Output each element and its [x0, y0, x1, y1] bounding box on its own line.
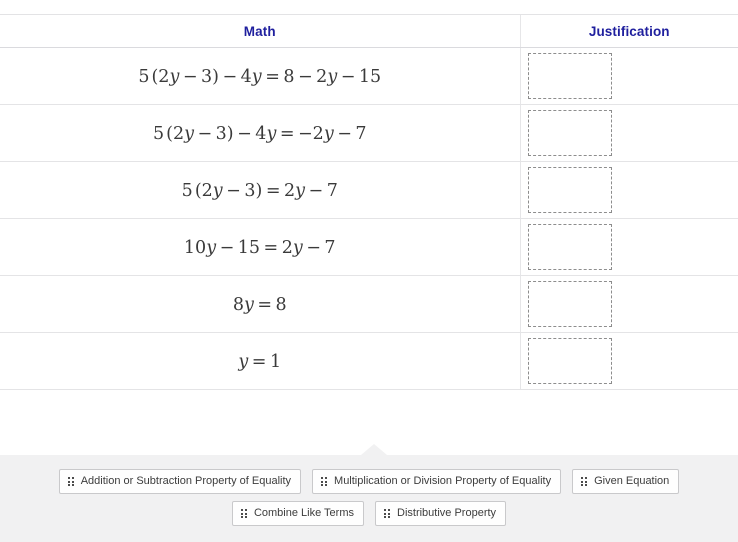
justification-dropzone[interactable]: [527, 110, 612, 156]
tray-row: Combine Like Terms Distributive Property: [0, 501, 738, 526]
justification-cell[interactable]: [519, 104, 738, 162]
table-header-row: Math Justification: [0, 14, 738, 48]
justification-tile[interactable]: Combine Like Terms: [231, 501, 364, 526]
justification-dropzone[interactable]: [527, 53, 612, 99]
justification-tile[interactable]: Distributive Property: [375, 501, 507, 526]
justification-cell[interactable]: [519, 218, 738, 276]
table-row: 5 (2y −3) −4y = 8−2y −15: [0, 47, 738, 105]
math-expression: y = 1: [238, 351, 282, 372]
justification-cell[interactable]: [519, 275, 738, 333]
column-header-math: Math: [0, 14, 520, 48]
column-header-justification: Justification: [519, 14, 738, 48]
justification-tile-label: Multiplication or Division Property of E…: [334, 475, 552, 487]
answer-tile-tray: Addition or Subtraction Property of Equa…: [0, 444, 738, 542]
tray-rows: Addition or Subtraction Property of Equa…: [0, 455, 738, 533]
math-statement-cell: 5 (2y −3) −4y = −2y −7: [0, 104, 520, 162]
math-expression: 10y −15 = 2y −7: [183, 237, 336, 258]
math-expression: 5 (2y −3) = 2y −7: [181, 180, 338, 201]
justification-dropzone[interactable]: [527, 224, 612, 270]
justification-tile-label: Addition or Subtraction Property of Equa…: [80, 475, 292, 487]
justification-dropzone[interactable]: [527, 338, 612, 384]
math-statement-cell: 5 (2y −3) −4y = 8−2y −15: [0, 47, 520, 105]
proof-table: Math Justification 5 (2y −3) −4y = 8−2y −15 5 (2…: [0, 14, 738, 390]
math-statement-cell: 8y = 8: [0, 275, 520, 333]
justification-tile-label: Combine Like Terms: [253, 507, 354, 519]
math-statement-cell: y = 1: [0, 332, 520, 390]
justification-cell[interactable]: [519, 47, 738, 105]
table-row: 8y = 8: [0, 275, 738, 333]
table-row: 5 (2y −3) = 2y −7: [0, 161, 738, 219]
drag-grip-icon[interactable]: [581, 477, 588, 486]
justification-dropzone[interactable]: [527, 167, 612, 213]
math-expression: 5 (2y −3) −4y = 8−2y −15: [138, 66, 382, 87]
table-row: y = 1: [0, 332, 738, 390]
drag-grip-icon[interactable]: [321, 477, 328, 486]
tray-notch-triangle-icon: [361, 444, 387, 455]
justification-tile[interactable]: Addition or Subtraction Property of Equa…: [58, 469, 302, 494]
math-statement-cell: 5 (2y −3) = 2y −7: [0, 161, 520, 219]
justification-tile[interactable]: Given Equation: [572, 469, 680, 494]
drag-grip-icon[interactable]: [67, 477, 74, 486]
table-row: 5 (2y −3) −4y = −2y −7: [0, 104, 738, 162]
drag-grip-icon[interactable]: [240, 509, 247, 518]
math-expression: 5 (2y −3) −4y = −2y −7: [152, 123, 367, 144]
proof-table-body: 5 (2y −3) −4y = 8−2y −15 5 (2y −3) −4y = −2y −7 5 (2y −3…: [0, 47, 738, 390]
math-expression: 8y = 8: [232, 294, 287, 315]
justification-tile-label: Given Equation: [594, 475, 670, 487]
justification-cell[interactable]: [519, 332, 738, 390]
math-statement-cell: 10y −15 = 2y −7: [0, 218, 520, 276]
justification-dropzone[interactable]: [527, 281, 612, 327]
drag-grip-icon[interactable]: [384, 509, 390, 518]
proof-builder-page: Math Justification 5 (2y −3) −4y = 8−2y −15 5 (2…: [0, 0, 738, 542]
tray-row: Addition or Subtraction Property of Equa…: [0, 469, 738, 494]
justification-tile-label: Distributive Property: [397, 507, 497, 519]
justification-tile[interactable]: Multiplication or Division Property of E…: [312, 469, 562, 494]
table-row: 10y −15 = 2y −7: [0, 218, 738, 276]
justification-cell[interactable]: [519, 161, 738, 219]
